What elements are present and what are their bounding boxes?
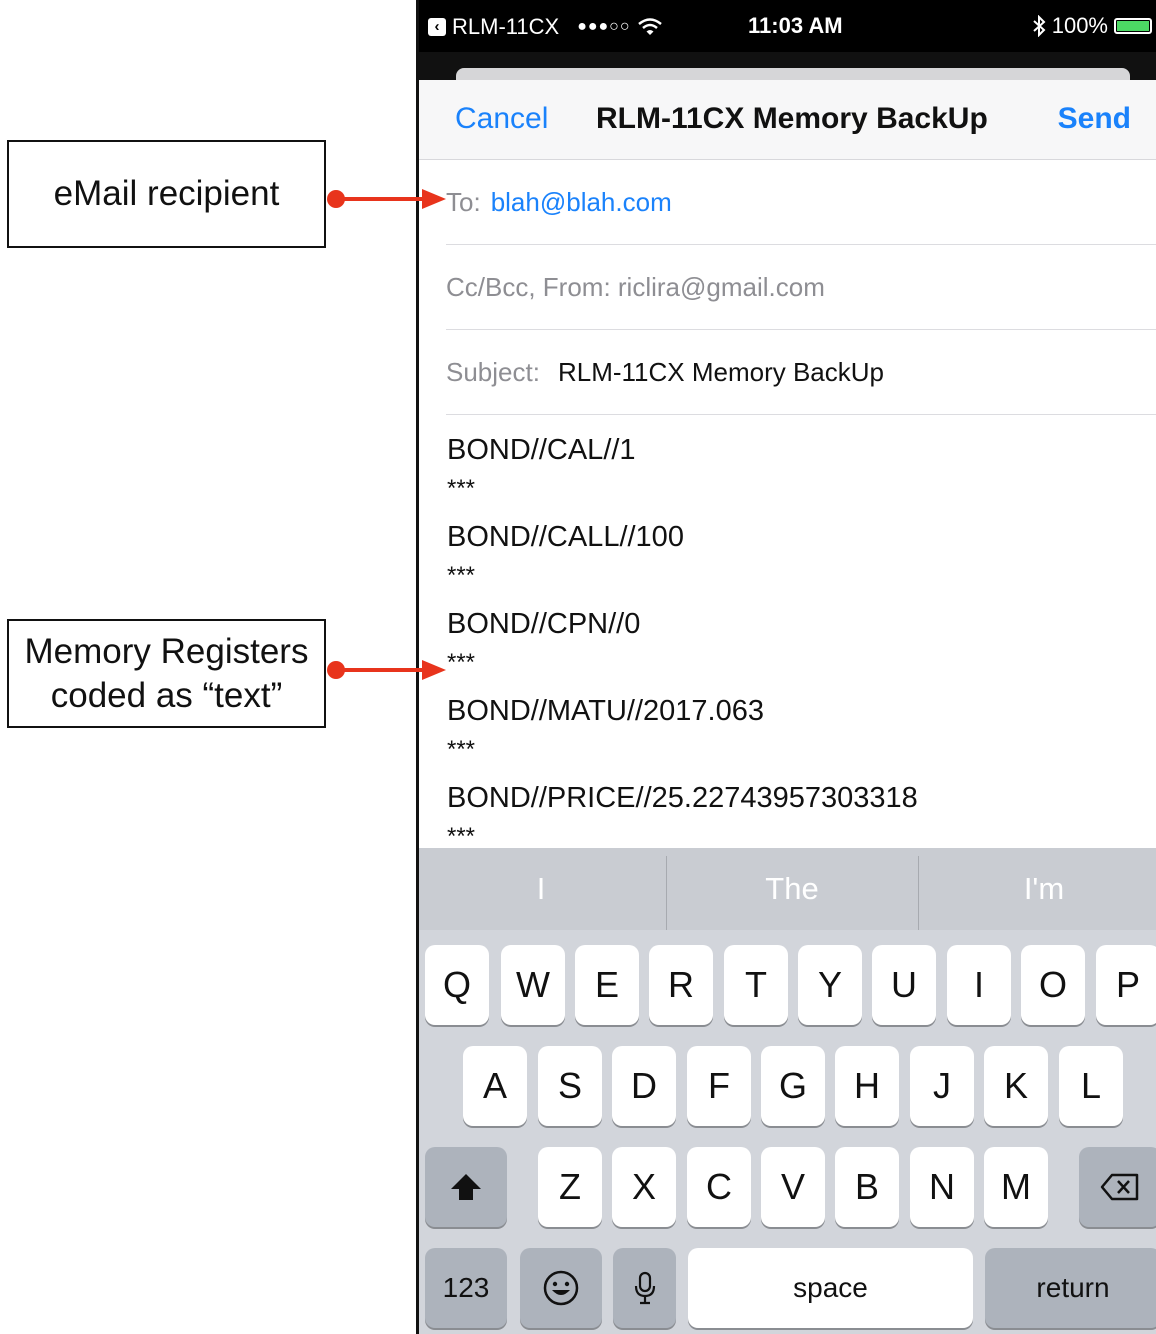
arrow-to-recipient [327,189,446,209]
annotation-arrows [327,189,446,680]
arrow-to-registers [327,660,446,680]
